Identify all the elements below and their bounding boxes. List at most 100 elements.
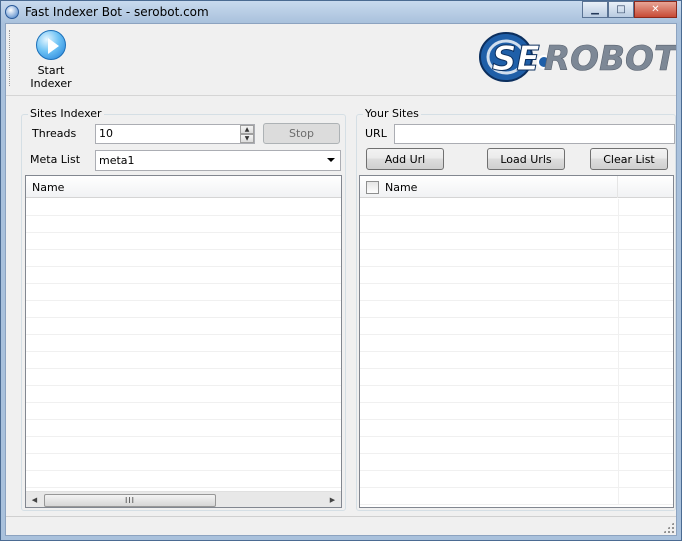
- column-divider: [618, 437, 619, 454]
- column-divider: [618, 199, 619, 216]
- column-divider: [618, 233, 619, 250]
- play-icon: [36, 30, 66, 60]
- select-all-checkbox[interactable]: [366, 181, 379, 194]
- list-row: [26, 233, 341, 250]
- minimize-button[interactable]: ▁: [582, 1, 608, 18]
- list-row: [360, 437, 673, 454]
- column-divider: [618, 250, 619, 267]
- app-window: Fast Indexer Bot - serobot.com ▁ □ ✕ Sta…: [0, 0, 682, 541]
- column-divider: [618, 369, 619, 386]
- toolbar-separator: [6, 95, 676, 96]
- clear-list-button[interactable]: Clear List: [590, 148, 668, 170]
- list-row: [26, 284, 341, 301]
- column-divider: [618, 454, 619, 471]
- your-sites-group: Your Sites URL Add Url Load Urls Clear L…: [356, 107, 676, 511]
- your-sites-list[interactable]: Name: [359, 175, 674, 508]
- your-sites-title: Your Sites: [363, 107, 421, 120]
- list-row: [26, 199, 341, 216]
- list-row: [26, 352, 341, 369]
- list-row: [360, 267, 673, 284]
- client-area: Start Indexer SE ROBOT Sites Indexer Thr…: [5, 23, 677, 536]
- horizontal-scrollbar[interactable]: ◀ III ▶: [26, 491, 341, 507]
- stop-button[interactable]: Stop: [263, 123, 340, 144]
- url-input[interactable]: [394, 124, 675, 144]
- list-row: [26, 318, 341, 335]
- threads-input[interactable]: 10 ▲ ▼: [95, 124, 255, 144]
- column-header-name[interactable]: Name: [26, 176, 341, 198]
- list-row: [26, 403, 341, 420]
- list-row: [360, 216, 673, 233]
- list-row: [360, 199, 673, 216]
- add-url-button[interactable]: Add Url: [366, 148, 444, 170]
- scroll-thumb[interactable]: III: [44, 494, 216, 507]
- maximize-button[interactable]: □: [608, 1, 634, 18]
- column-divider: [618, 335, 619, 352]
- chevron-down-icon[interactable]: [327, 158, 335, 162]
- list-row: [360, 318, 673, 335]
- list-row: [360, 420, 673, 437]
- column-header-extra[interactable]: [618, 176, 673, 198]
- title-bar[interactable]: Fast Indexer Bot - serobot.com ▁ □ ✕: [1, 1, 681, 23]
- list-row: [26, 420, 341, 437]
- logo-prefix: SE: [492, 39, 540, 79]
- window-title: Fast Indexer Bot - serobot.com: [25, 5, 209, 19]
- threads-value: 10: [99, 127, 113, 140]
- spin-up-icon[interactable]: ▲: [240, 125, 254, 134]
- load-urls-button[interactable]: Load Urls: [487, 148, 565, 170]
- start-indexer-button[interactable]: Start Indexer: [16, 30, 86, 90]
- column-divider: [618, 267, 619, 284]
- sites-indexer-list-header: Name: [26, 176, 341, 198]
- list-row: [26, 216, 341, 233]
- sites-indexer-title: Sites Indexer: [28, 107, 104, 120]
- list-row: [26, 369, 341, 386]
- list-row: [360, 454, 673, 471]
- column-divider: [618, 352, 619, 369]
- close-button[interactable]: ✕: [634, 1, 677, 18]
- toolbar-grip[interactable]: [9, 30, 12, 86]
- your-sites-rows: [360, 199, 673, 505]
- url-label: URL: [365, 127, 387, 140]
- serobot-logo: SE ROBOT: [479, 32, 676, 82]
- your-sites-list-header: Name: [360, 176, 673, 198]
- meta-list-select[interactable]: meta1: [95, 150, 341, 171]
- status-bar: [6, 516, 676, 535]
- list-row: [360, 488, 673, 505]
- start-indexer-label: Start Indexer: [30, 64, 72, 90]
- meta-list-value: meta1: [99, 154, 135, 167]
- scroll-left-icon[interactable]: ◀: [26, 492, 43, 507]
- resize-grip-icon[interactable]: [663, 522, 674, 533]
- list-row: [360, 386, 673, 403]
- column-divider: [618, 471, 619, 488]
- column-divider: [618, 403, 619, 420]
- list-row: [26, 250, 341, 267]
- column-divider: [618, 386, 619, 403]
- app-icon[interactable]: [5, 5, 19, 19]
- list-row: [360, 233, 673, 250]
- list-row: [360, 301, 673, 318]
- window-controls: ▁ □ ✕: [582, 1, 677, 18]
- list-row: [360, 369, 673, 386]
- scroll-right-icon[interactable]: ▶: [324, 492, 341, 507]
- spin-down-icon[interactable]: ▼: [240, 134, 254, 143]
- list-row: [360, 284, 673, 301]
- threads-spinner[interactable]: ▲ ▼: [240, 125, 254, 143]
- column-divider: [618, 216, 619, 233]
- list-row: [360, 352, 673, 369]
- list-row: [26, 454, 341, 471]
- list-row: [26, 335, 341, 352]
- sites-indexer-group: Sites Indexer Threads 10 ▲ ▼ Stop Meta L…: [21, 107, 346, 511]
- column-divider: [618, 420, 619, 437]
- column-header-name[interactable]: Name: [379, 176, 618, 198]
- list-row: [360, 403, 673, 420]
- column-divider: [618, 318, 619, 335]
- list-row: [26, 386, 341, 403]
- list-row: [26, 267, 341, 284]
- list-row: [26, 471, 341, 488]
- logo-suffix: ROBOT: [544, 39, 676, 79]
- column-divider: [618, 284, 619, 301]
- meta-list-label: Meta List: [30, 153, 81, 166]
- list-row: [360, 471, 673, 488]
- threads-label: Threads: [32, 127, 77, 140]
- list-row: [360, 250, 673, 267]
- sites-indexer-list[interactable]: Name ◀ III ▶: [25, 175, 342, 508]
